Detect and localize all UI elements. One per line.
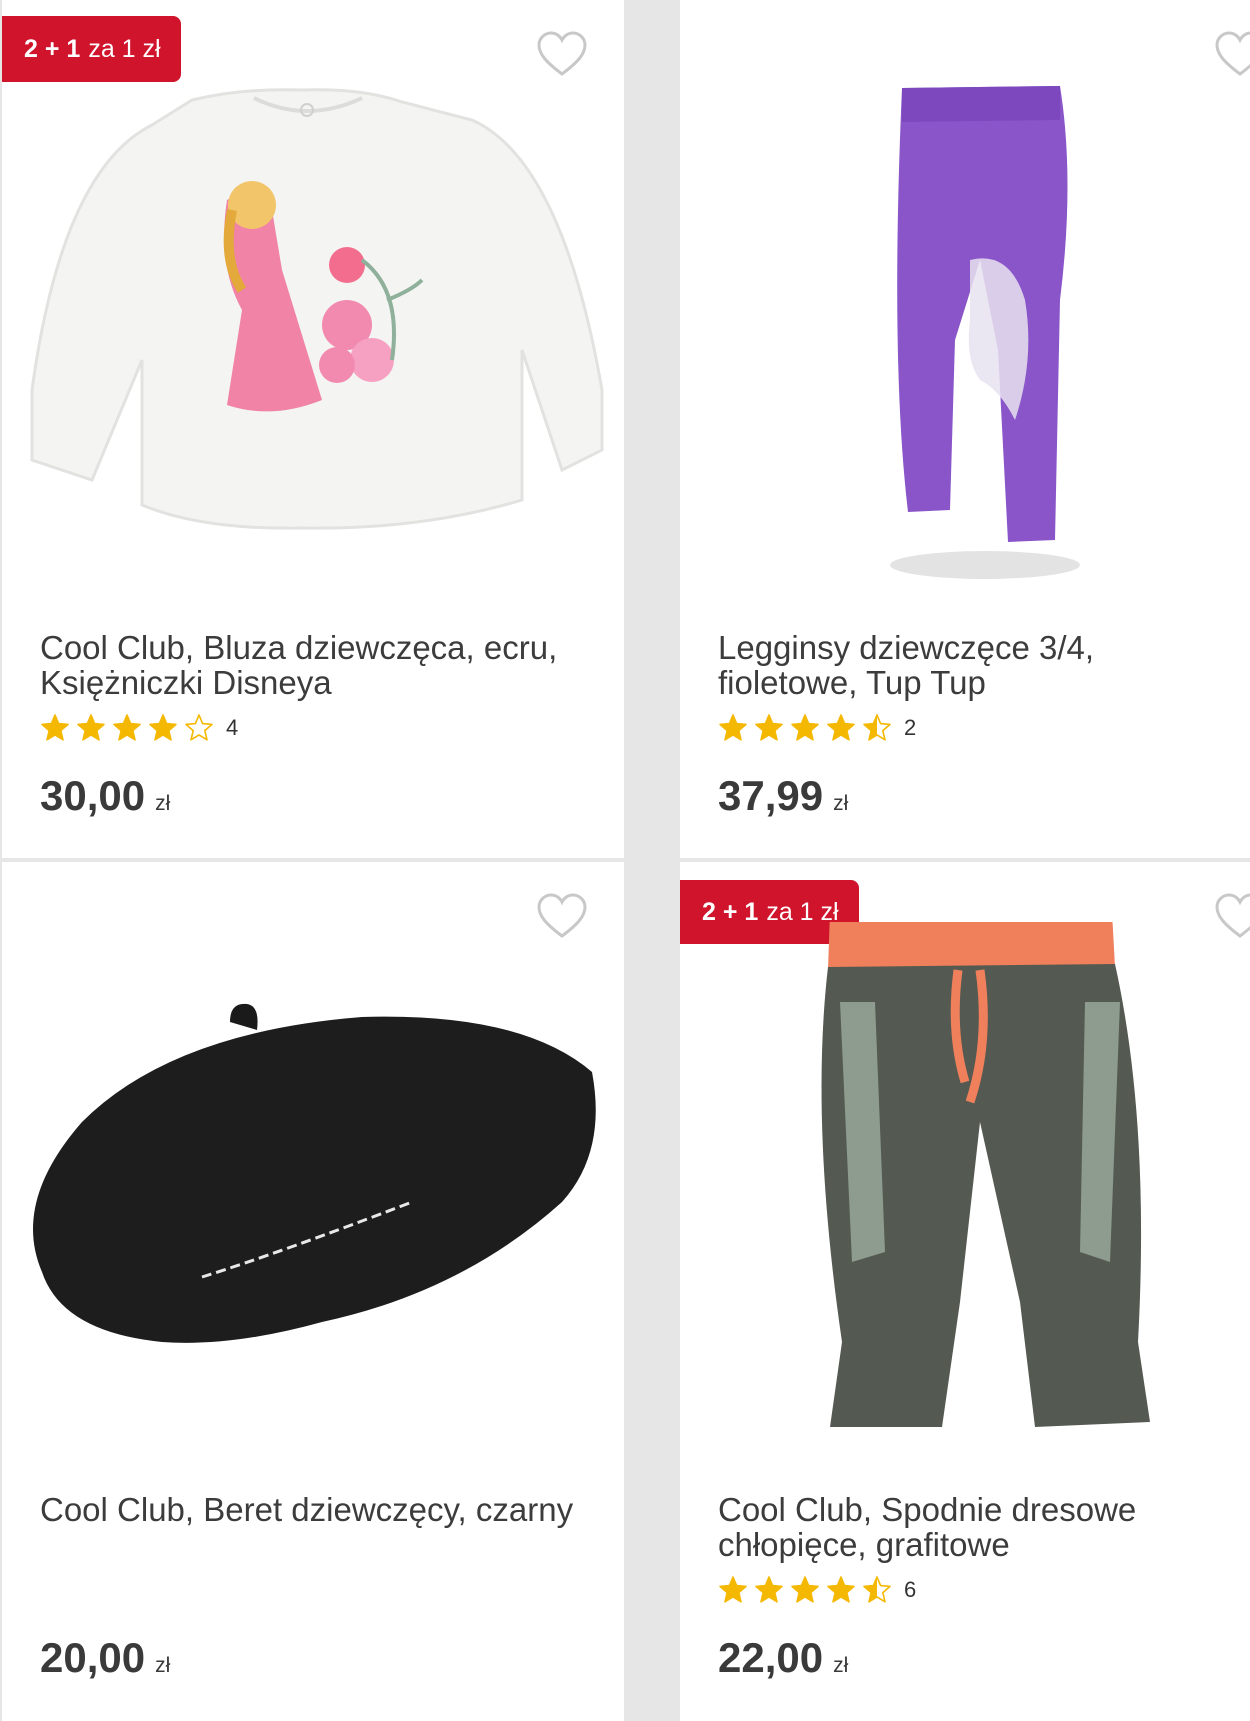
product-title-line1: Cool Club, Spodnie dresowe: [718, 1491, 1137, 1528]
rating: 4: [40, 713, 238, 743]
star-half-icon: [863, 714, 891, 741]
product-card[interactable]: Cool Club, Beret dziewczęcy, czarny 20,0…: [2, 862, 624, 1721]
price: 20,00 zł: [40, 1634, 170, 1682]
product-card[interactable]: 2 + 1 za 1 zł Cool Club, Bluza dziewczęc…: [2, 0, 624, 858]
star-full-icon: [791, 1576, 819, 1603]
product-title-line1: Cool Club, Beret dziewczęcy, czarny: [40, 1491, 574, 1528]
star-full-icon: [755, 1576, 783, 1603]
product-card[interactable]: 2 + 1 za 1 zł Cool Club, Spodnie dresowe…: [680, 862, 1250, 1721]
product-image-beret[interactable]: [2, 922, 624, 1442]
review-count: 2: [904, 715, 917, 740]
price: 30,00 zł: [40, 772, 170, 820]
product-title-line1: Legginsy dziewczęce 3/4,: [718, 629, 1095, 666]
price-value: 22,00: [718, 1634, 824, 1681]
product-title[interactable]: Cool Club, Beret dziewczęcy, czarny: [40, 1492, 580, 1527]
rating: 6: [718, 1575, 916, 1605]
product-card[interactable]: Legginsy dziewczęce 3/4, fioletowe, Tup …: [680, 0, 1250, 858]
star-empty-icon: [185, 714, 213, 741]
product-title[interactable]: Cool Club, Bluza dziewczęca, ecru, Księż…: [40, 630, 580, 700]
product-title-line2: Księżniczki Disneya: [40, 664, 332, 701]
star-full-icon: [113, 714, 141, 741]
product-title-line1: Cool Club, Bluza dziewczęca, ecru,: [40, 629, 558, 666]
product-title[interactable]: Cool Club, Spodnie dresowe chłopięce, gr…: [718, 1492, 1250, 1562]
star-full-icon: [755, 714, 783, 741]
price-value: 20,00: [40, 1634, 146, 1681]
currency: zł: [833, 792, 849, 815]
star-full-icon: [719, 714, 747, 741]
price-value: 30,00: [40, 772, 146, 819]
product-image-leggings[interactable]: [680, 60, 1250, 580]
product-title-line2: fioletowe, Tup Tup: [718, 664, 986, 701]
price: 22,00 zł: [718, 1634, 848, 1682]
price: 37,99 zł: [718, 772, 848, 820]
rating: 2: [718, 713, 916, 743]
product-title-line2: chłopięce, grafitowe: [718, 1526, 1010, 1563]
price-value: 37,99: [718, 772, 824, 819]
star-full-icon: [827, 714, 855, 741]
star-full-icon: [791, 714, 819, 741]
star-full-icon: [149, 714, 177, 741]
review-count: 4: [226, 715, 239, 740]
product-image-sweatshirt[interactable]: [2, 60, 624, 580]
star-full-icon: [719, 1576, 747, 1603]
currency: zł: [833, 1654, 849, 1677]
product-image-sweatpants[interactable]: [680, 922, 1250, 1442]
product-title[interactable]: Legginsy dziewczęce 3/4, fioletowe, Tup …: [718, 630, 1250, 700]
star-full-icon: [827, 1576, 855, 1603]
star-full-icon: [77, 714, 105, 741]
currency: zł: [155, 1654, 171, 1677]
review-count: 6: [904, 1577, 917, 1602]
currency: zł: [155, 792, 171, 815]
star-half-icon: [863, 1576, 891, 1603]
star-full-icon: [41, 714, 69, 741]
